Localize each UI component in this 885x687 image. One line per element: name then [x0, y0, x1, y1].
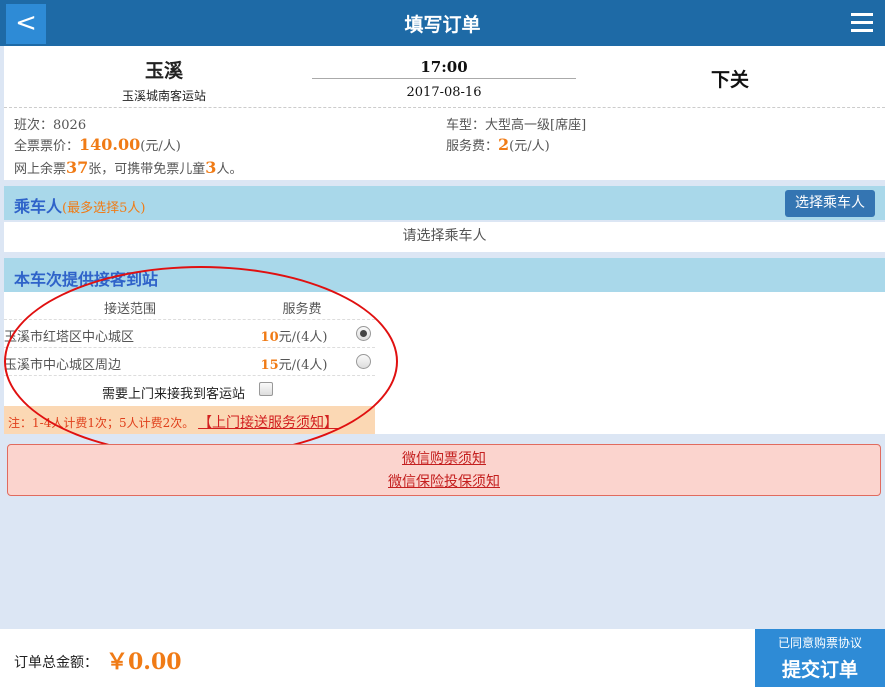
submit-label: 提交订单	[781, 659, 858, 681]
time-text: 17:00	[420, 58, 468, 76]
choose-passenger-button[interactable]: 选择乘车人	[785, 190, 875, 217]
wechat-insurance-link[interactable]: 微信保险投保须知	[8, 471, 880, 491]
table-row[interactable]: 玉溪市红塔区中心城区 10元/(4人)	[4, 320, 375, 348]
pickup-radio-selected[interactable]	[356, 326, 371, 341]
departure: 玉溪 玉溪城南客运站	[104, 56, 224, 104]
submit-button[interactable]: 已同意购票协议 提交订单	[755, 629, 885, 687]
time-divider	[312, 78, 576, 79]
pickup-label: 需要上门来接我到客运站	[102, 387, 246, 402]
service-fee: 服务费：2(元/人)	[446, 135, 550, 154]
to-city: 下关	[710, 69, 749, 91]
header-bar: < 填写订单	[0, 0, 885, 46]
total-label: 订单总金额：	[14, 655, 98, 671]
pickup-title: 本车次提供接客到站	[14, 270, 159, 289]
pickup-terms-link[interactable]: 【上门接送服务须知】	[198, 415, 338, 431]
pickup-table: 接送范围 服务费 玉溪市红塔区中心城区 10元/(4人) 玉溪市中心城区周边 1…	[4, 292, 375, 406]
agreement-text: 已同意购票协议	[777, 636, 862, 650]
table-row[interactable]: 玉溪市中心城区周边 15元/(4人)	[4, 348, 375, 376]
pickup-checkbox[interactable]	[259, 382, 273, 396]
bus-number: 班次：8026	[14, 118, 87, 133]
pickup-options: 接送范围 服务费 玉溪市红塔区中心城区 10元/(4人) 玉溪市中心城区周边 1…	[4, 292, 885, 434]
passenger-title: 乘车人(最多选择5人)	[14, 197, 146, 216]
pickup-radio[interactable]	[356, 354, 371, 369]
notice-box: 微信购票须知 微信保险投保须知	[7, 444, 881, 496]
pickup-note: 注：1-4人计费1次；5人计费2次。 【上门接送服务须知】	[4, 406, 375, 434]
page-title: 填写订单	[404, 14, 481, 36]
from-city: 玉溪	[144, 60, 183, 82]
pickup-section: 本车次提供接客到站	[4, 258, 885, 292]
passenger-section: 乘车人(最多选择5人) 选择乘车人	[4, 186, 885, 220]
wechat-ticket-link[interactable]: 微信购票须知	[8, 448, 880, 468]
ticket-price: 全票票价：140.00(元/人)	[14, 135, 181, 154]
footer-bar: 订单总金额： ￥0.00 已同意购票协议 提交订单	[0, 629, 885, 687]
total-value: ￥0.00	[106, 649, 182, 675]
table-header: 接送范围 服务费	[4, 292, 375, 320]
date-text: 2017-08-16	[406, 85, 482, 100]
trip-summary: 玉溪 玉溪城南客运站 17:00 2017-08-16 下关	[4, 46, 885, 108]
pickup-checkbox-row: 需要上门来接我到客运站	[4, 376, 375, 406]
remaining-tickets: 网上余票37张，可携带免票儿童3人。	[14, 158, 243, 177]
menu-icon[interactable]	[851, 13, 873, 33]
from-station: 玉溪城南客运站	[121, 89, 206, 103]
vehicle-type: 车型：大型高一级[席座]	[446, 118, 587, 133]
passenger-hint[interactable]: 请选择乘车人	[4, 222, 885, 252]
trip-info: 班次：8026 车型：大型高一级[席座] 全票票价：140.00(元/人) 服务…	[4, 108, 885, 180]
departure-time: 17:00 2017-08-16	[312, 58, 576, 100]
